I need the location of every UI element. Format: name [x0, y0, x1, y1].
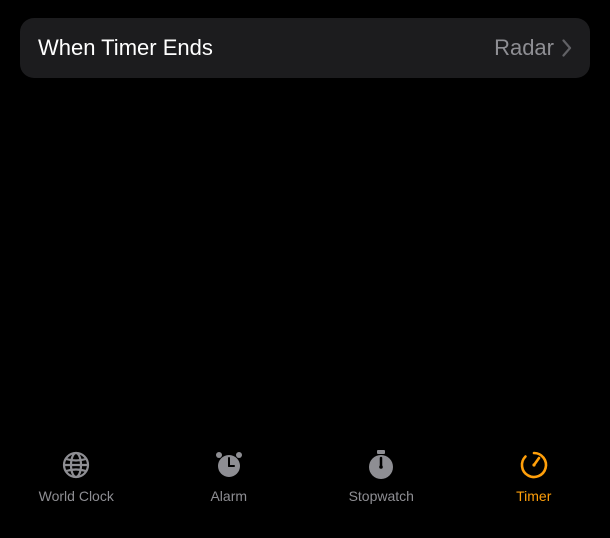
- timer-icon: [517, 448, 551, 482]
- tab-timer-label: Timer: [516, 488, 551, 504]
- when-timer-ends-row[interactable]: When Timer Ends Radar: [20, 18, 590, 78]
- tab-bar: World Clock Alarm Stopwatch: [0, 436, 610, 538]
- tab-stopwatch[interactable]: Stopwatch: [305, 448, 458, 504]
- when-timer-ends-value-group: Radar: [494, 35, 572, 61]
- tab-alarm[interactable]: Alarm: [153, 448, 306, 504]
- alarm-clock-icon: [212, 448, 246, 482]
- tab-stopwatch-label: Stopwatch: [349, 488, 414, 504]
- chevron-right-icon: [562, 39, 572, 57]
- stopwatch-icon: [364, 448, 398, 482]
- globe-icon: [59, 448, 93, 482]
- when-timer-ends-value: Radar: [494, 35, 554, 61]
- tab-timer[interactable]: Timer: [458, 448, 610, 504]
- tab-world-clock-label: World Clock: [39, 488, 114, 504]
- when-timer-ends-label: When Timer Ends: [38, 35, 213, 61]
- tab-world-clock[interactable]: World Clock: [0, 448, 153, 504]
- tab-alarm-label: Alarm: [210, 488, 247, 504]
